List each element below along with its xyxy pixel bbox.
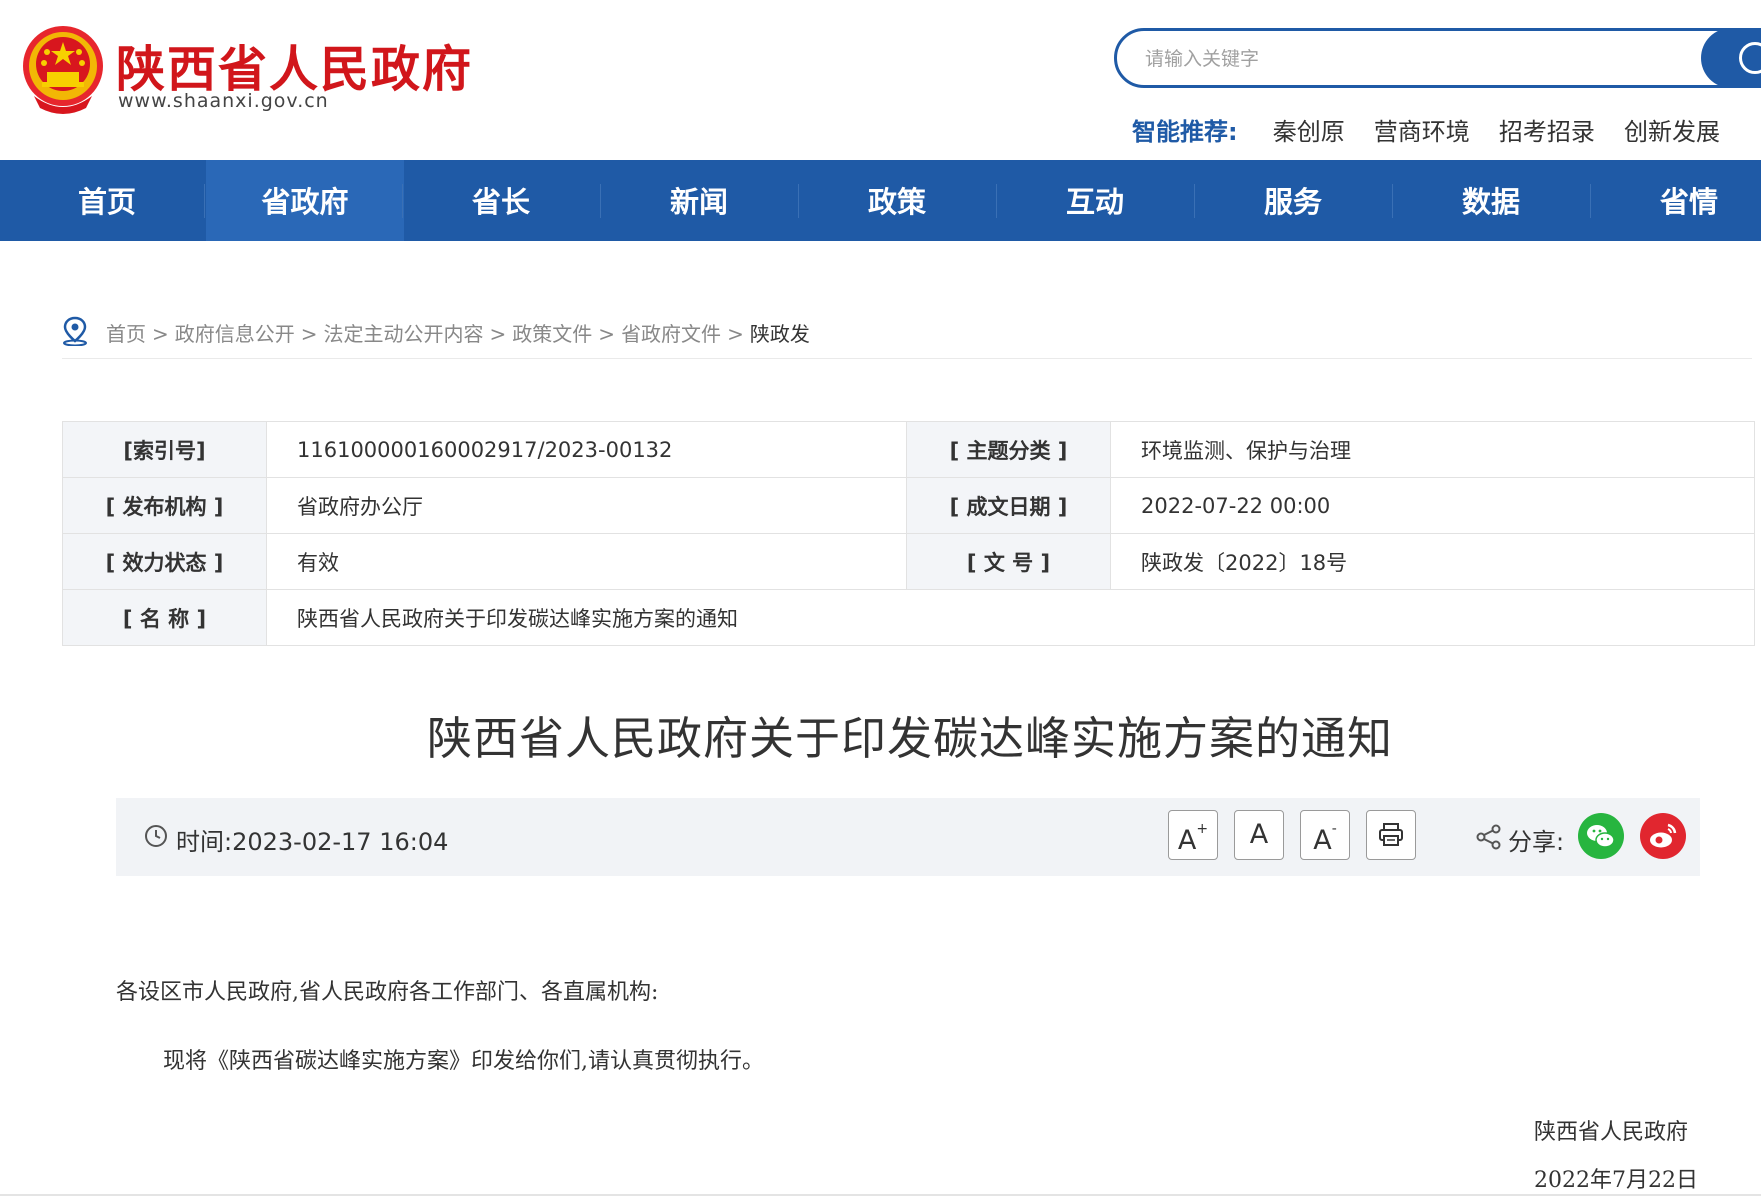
weibo-icon (1650, 823, 1677, 848)
breadcrumb-item[interactable]: 法定主动公开内容 (324, 322, 484, 346)
site-header: 陕西省人民政府 www.shaanxi.gov.cn 智能推荐: 秦创原 营商环… (0, 0, 1761, 160)
nav-divider (204, 184, 205, 218)
article-toolbar: 时间:2023-02-17 16:04 A+ A A- 分享: (116, 798, 1700, 876)
meta-key-topic: [ 主题分类 ] (906, 421, 1111, 478)
article-signature: 陕西省人民政府 (1534, 1120, 1689, 1145)
font-larger-sup: + (1196, 821, 1209, 837)
nav-item-home[interactable]: 首页 (8, 160, 206, 241)
recommend-item[interactable]: 秦创原 (1273, 118, 1345, 146)
main-nav: 首页 省政府 省长 新闻 政策 互动 服务 数据 省情 (0, 160, 1761, 241)
nav-item-government[interactable]: 省政府 (206, 160, 404, 241)
recommend-item[interactable]: 创新发展 (1624, 118, 1720, 146)
breadcrumb-divider (62, 358, 1752, 359)
meta-value-topic: 环境监测、保护与治理 (1110, 421, 1755, 478)
font-larger-button[interactable]: A+ (1168, 810, 1218, 860)
nav-item-service[interactable]: 服务 (1194, 160, 1392, 241)
table-row: [索引号] 11610000016000291​7/2023-00132 [ 主… (62, 421, 1755, 478)
font-normal-label: A (1249, 819, 1269, 850)
meta-value-doc-no: 陕政发〔2022〕18号 (1110, 533, 1755, 590)
breadcrumb-separator: > (727, 322, 744, 346)
recommend-item[interactable]: 招考招录 (1499, 118, 1595, 146)
nav-item-policy[interactable]: 政策 (798, 160, 996, 241)
article-paragraph: 现将《陕西省碳达峰实施方案》印发给你们,请认真贯彻执行。 (163, 1049, 764, 1074)
breadcrumb-item[interactable]: 省政府文件 (621, 322, 721, 346)
table-row: [ 效力状态 ] 有效 [ 文 号 ] 陕政发〔2022〕18号 (62, 533, 1755, 590)
breadcrumb-list: 首页 > 政府信息公开 > 法定主动公开内容 > 政策文件 > 省政府文件 > 陕政发 (106, 318, 810, 347)
nav-item-interaction[interactable]: 互动 (996, 160, 1194, 241)
publish-time: 时间:2023-02-17 16:04 (176, 822, 448, 857)
nav-item-governor[interactable]: 省长 (402, 160, 600, 241)
search-input[interactable] (1143, 43, 1687, 75)
meta-key-status: [ 效力状态 ] (62, 533, 267, 590)
breadcrumb-current[interactable]: 陕政发 (750, 322, 810, 346)
meta-value-name: 陕西省人民政府关于印发碳达峰实施方案的通知 (266, 589, 1755, 646)
smart-recommend: 智能推荐: 秦创原 营商环境 招考招录 创新发展 (1132, 112, 1744, 146)
meta-key-name: [ 名 称 ] (62, 589, 267, 646)
breadcrumb-separator: > (152, 322, 169, 346)
time-label: 时间: (176, 828, 233, 856)
site-url: www.shaanxi.gov.cn (118, 90, 329, 112)
printer-icon (1379, 823, 1403, 846)
nav-item-province[interactable]: 省情 (1590, 160, 1761, 241)
breadcrumb-item[interactable]: 政府信息公开 (175, 322, 295, 346)
breadcrumb-item[interactable]: 首页 (106, 322, 146, 346)
table-row: [ 发布机构 ] 省政府办公厅 [ 成文日期 ] 2022-07-22 00:0… (62, 477, 1755, 534)
document-meta-table: [索引号] 11610000016000291​7/2023-00132 [ 主… (62, 421, 1755, 646)
meta-value-status: 有效 (266, 533, 907, 590)
meta-value-publisher: 省政府办公厅 (266, 477, 907, 534)
wechat-icon (1587, 825, 1615, 848)
meta-value-date: 2022-07-22 00:00 (1110, 477, 1755, 534)
weibo-share-button[interactable] (1640, 813, 1686, 859)
print-button[interactable] (1366, 810, 1416, 860)
recommend-item[interactable]: 营商环境 (1374, 118, 1470, 146)
search-icon (1739, 42, 1761, 74)
national-emblem-icon[interactable] (20, 22, 106, 114)
table-row: [ 名 称 ] 陕西省人民政府关于印发碳达峰实施方案的通知 (62, 589, 1755, 646)
font-larger-label: A (1177, 825, 1197, 856)
clock-icon (145, 825, 167, 847)
article-salutation: 各设区市人民政府,省人民政府各工作部门、各直属机构: (116, 980, 659, 1005)
search-box (1114, 28, 1761, 88)
breadcrumb-item[interactable]: 政策文件 (512, 322, 592, 346)
recommend-label: 智能推荐: (1132, 118, 1238, 146)
font-smaller-button[interactable]: A- (1300, 810, 1350, 860)
breadcrumb-separator: > (300, 322, 318, 346)
share-label: 分享: (1508, 828, 1565, 856)
meta-key-index-no: [索引号] (62, 421, 267, 478)
font-normal-button[interactable]: A (1234, 810, 1284, 860)
page-bottom-divider (0, 1194, 1761, 1196)
font-smaller-sup: - (1331, 821, 1337, 837)
article-title: 陕西省人民政府关于印发碳达峰实施方案的通知 (426, 712, 1393, 765)
share-icon (1476, 824, 1501, 850)
article-sign-date: 2022年7月22日 (1534, 1168, 1698, 1193)
time-value: 2023-02-17 16:04 (232, 828, 449, 856)
meta-value-index-no: 11610000016000291​7/2023-00132 (266, 421, 907, 478)
font-smaller-label: A (1313, 825, 1332, 856)
meta-key-date: [ 成文日期 ] (906, 477, 1111, 534)
breadcrumb-separator: > (598, 322, 616, 346)
meta-key-publisher: [ 发布机构 ] (62, 477, 267, 534)
meta-key-doc-no: [ 文 号 ] (906, 533, 1111, 590)
location-icon (63, 316, 87, 346)
nav-item-news[interactable]: 新闻 (600, 160, 798, 241)
nav-item-data[interactable]: 数据 (1392, 160, 1590, 241)
breadcrumb-separator: > (489, 322, 507, 346)
search-button[interactable] (1701, 28, 1761, 88)
wechat-share-button[interactable] (1578, 813, 1624, 859)
